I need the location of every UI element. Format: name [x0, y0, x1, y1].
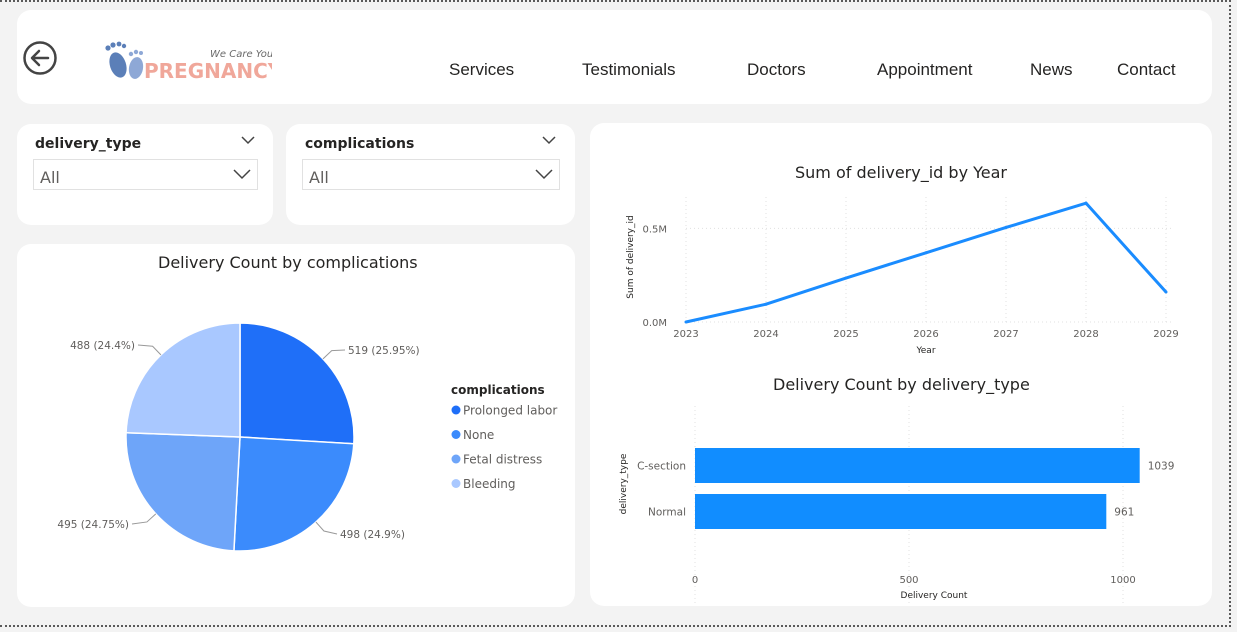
category-label: Normal [648, 507, 686, 519]
line-point[interactable] [844, 276, 848, 280]
line-point[interactable] [1004, 225, 1008, 229]
pregnancy-logo: We Care You PREGNANCY [105, 41, 272, 83]
pie-label-leader [322, 349, 346, 360]
x-tick-label: 2027 [993, 329, 1018, 340]
x-axis-title: Year [915, 346, 935, 356]
pie-slice[interactable] [239, 322, 355, 445]
line-series[interactable] [685, 201, 1168, 324]
pie-label-leader [315, 521, 338, 535]
dropdown-value: All [309, 168, 329, 187]
pie-data-label: 488 (24.4%) [70, 340, 135, 352]
y-tick-label: 0.5M [642, 224, 667, 235]
line-chart: 0.0M 0.5M 2023 2024 2025 2026 2027 2028 2029 Year… [626, 197, 1179, 356]
chevron-down-icon[interactable] [241, 134, 255, 146]
x-tick-label: 500 [899, 575, 918, 586]
pie-label-leader [131, 513, 157, 525]
x-axis-title: Delivery Count [901, 591, 968, 601]
legend-marker [451, 454, 461, 464]
slicer-title: complications [305, 136, 415, 152]
pie-chart: 519 (25.95%) 498 (24.9%) 495 (24.75%) 488 (… [57, 322, 557, 552]
x-tick-label: 2023 [673, 329, 698, 340]
bar-data-label: 1039 [1148, 461, 1175, 473]
chevron-down-icon [233, 169, 251, 180]
footprints-icon [105, 41, 144, 79]
logo-brand-text: PREGNANCY [144, 59, 272, 83]
back-arrow-icon[interactable] [22, 40, 58, 76]
pie-chart-card: Delivery Count by complications 519 (25.… [17, 244, 575, 607]
legend-marker [451, 405, 461, 415]
bar-chart: 0 500 1000 Delivery Count delivery_type C-sec… [619, 406, 1175, 606]
x-tick-label: 2028 [1073, 329, 1098, 340]
charts-card: Sum of delivery_id by Year Delivery Coun… [590, 123, 1212, 606]
nav-appointment[interactable]: Appointment [877, 60, 972, 80]
y-tick-label: 0.0M [642, 318, 667, 329]
nav-testimonials[interactable]: Testimonials [582, 60, 676, 80]
complications-dropdown[interactable]: All [302, 159, 560, 190]
line-point[interactable] [1084, 201, 1088, 205]
nav-services[interactable]: Services [449, 60, 514, 80]
slicer-title: delivery_type [35, 136, 142, 152]
pie-data-label: 519 (25.95%) [348, 345, 420, 357]
bar-data-label: 961 [1114, 507, 1134, 519]
pie-label-leader [137, 344, 162, 356]
header-bar: We Care You PREGNANCY Services Testimoni… [17, 10, 1212, 104]
delivery-type-dropdown[interactable]: All [33, 159, 258, 190]
line-point[interactable] [1164, 290, 1168, 294]
x-tick-label: 2024 [753, 329, 778, 340]
chevron-down-icon [535, 169, 553, 180]
nav-doctors[interactable]: Doctors [747, 60, 806, 80]
pie-slice[interactable] [125, 431, 241, 552]
x-tick-label: 2025 [833, 329, 858, 340]
x-tick-label: 2029 [1153, 329, 1178, 340]
x-tick-label: 1000 [1110, 575, 1135, 586]
line-point[interactable] [684, 320, 688, 324]
pie-slice[interactable] [125, 322, 241, 438]
legend-marker [451, 430, 461, 439]
pie-data-label: 495 (24.75%) [57, 519, 129, 531]
x-tick-label: 0 [692, 575, 698, 586]
line-point[interactable] [924, 251, 928, 255]
complications-slicer: complications All [286, 124, 575, 225]
legend-item[interactable]: Bleeding [463, 477, 516, 491]
pie-data-label: 498 (24.9%) [340, 529, 405, 541]
dropdown-value: All [40, 168, 60, 187]
line-point[interactable] [764, 302, 768, 306]
category-label: C-section [637, 461, 686, 473]
chevron-down-icon[interactable] [542, 134, 556, 146]
nav-contact[interactable]: Contact [1117, 60, 1176, 80]
legend-item[interactable]: None [463, 428, 494, 442]
legend-marker [451, 479, 461, 488]
nav-news[interactable]: News [1030, 60, 1073, 80]
legend-item[interactable]: Prolonged labor [463, 404, 557, 418]
delivery-type-slicer: delivery_type All [17, 124, 273, 225]
legend-item[interactable]: Fetal distress [463, 453, 542, 467]
bar[interactable] [695, 448, 1140, 483]
y-axis-title: Sum of delivery_id [626, 215, 636, 298]
bar[interactable] [695, 494, 1107, 529]
legend-title: complications [451, 383, 545, 397]
y-axis-title: delivery_type [619, 453, 629, 514]
x-tick-label: 2026 [913, 329, 938, 340]
